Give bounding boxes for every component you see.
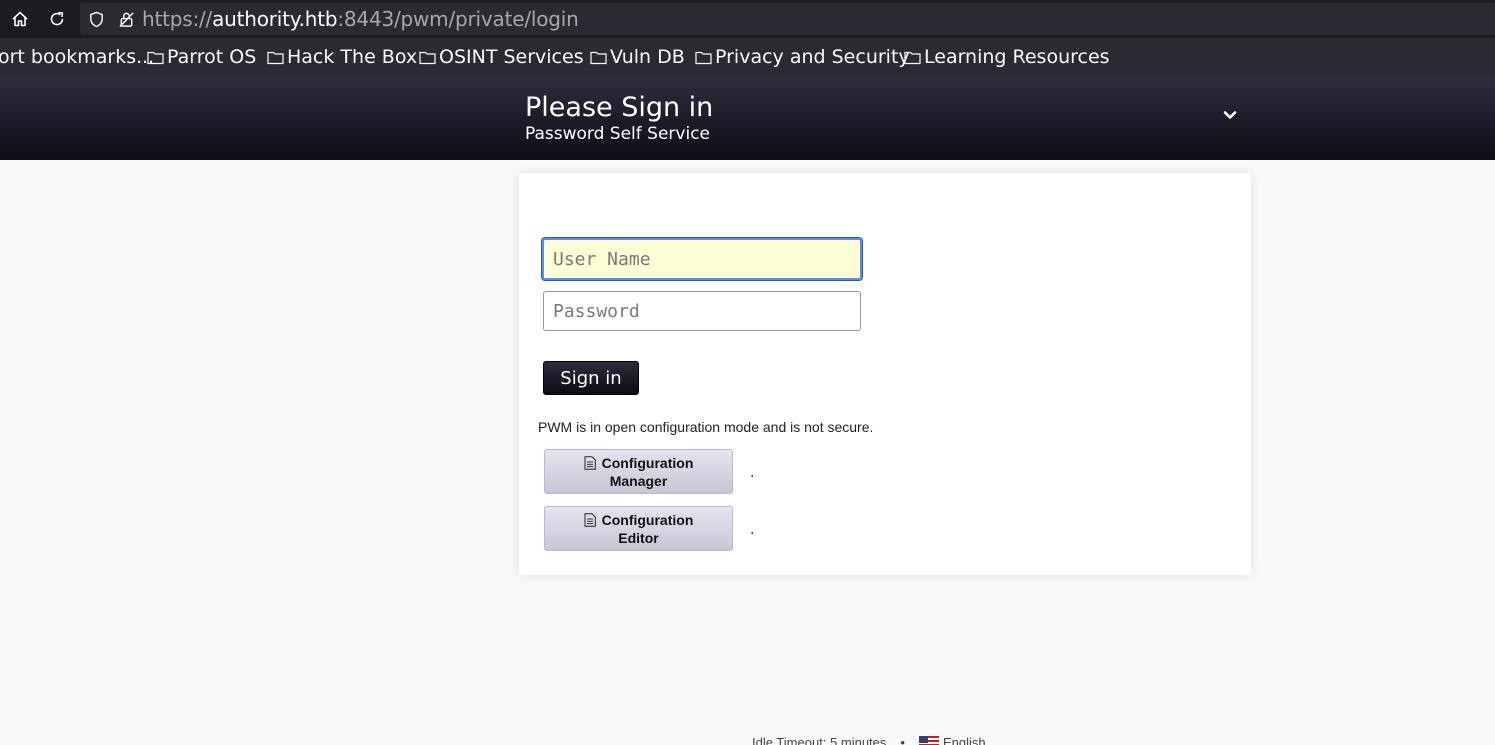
bookmark-learning-resources[interactable]: Learning Resources — [904, 46, 1110, 68]
config-mode-notice: PWM is in open configuration mode and is… — [538, 419, 874, 435]
document-icon — [584, 512, 596, 527]
page-subtitle: Password Self Service — [525, 124, 710, 144]
button-label-line2: Manager — [609, 472, 668, 489]
document-icon — [584, 455, 596, 470]
bookmark-import[interactable]: ort bookmarks... — [0, 46, 154, 68]
footer-separator: • — [900, 735, 905, 745]
bookmark-parrot-os[interactable]: Parrot OS — [147, 46, 256, 68]
folder-icon — [695, 51, 712, 64]
bookmark-label: OSINT Services — [439, 46, 584, 68]
bookmark-label: ort bookmarks... — [0, 46, 155, 68]
us-flag-icon — [918, 736, 939, 745]
folder-icon — [904, 51, 921, 64]
configuration-editor-button[interactable]: Configuration Editor — [544, 506, 733, 551]
password-input[interactable] — [543, 291, 861, 331]
bookmark-label: Vuln DB — [610, 46, 685, 68]
configuration-manager-button[interactable]: Configuration Manager — [544, 449, 733, 494]
bookmarks-toolbar: ort bookmarks... Parrot OS Hack The Box … — [0, 38, 1495, 76]
bookmark-label: Privacy and Security — [715, 46, 910, 68]
folder-icon — [419, 51, 436, 64]
url-host: authority.htb — [212, 7, 338, 31]
folder-icon — [590, 51, 607, 64]
address-bar[interactable]: https://authority.htb:8443/pwm/private/l… — [80, 3, 1495, 35]
bookmark-label: Hack The Box — [287, 46, 418, 68]
button-label-line1: Configuration — [601, 511, 694, 528]
username-input[interactable] — [541, 237, 863, 281]
manager-description: . — [750, 465, 755, 481]
editor-description: . — [750, 522, 755, 538]
bookmark-vuln-db[interactable]: Vuln DB — [590, 46, 685, 68]
language-selector[interactable]: English — [918, 735, 986, 745]
url-text[interactable]: https://authority.htb:8443/pwm/private/l… — [142, 7, 579, 31]
reload-icon[interactable] — [46, 8, 68, 30]
sign-in-button[interactable]: Sign in — [543, 361, 639, 395]
button-label-line2: Editor — [618, 529, 659, 546]
bookmark-label: Parrot OS — [167, 46, 257, 68]
folder-icon — [147, 51, 164, 64]
home-icon[interactable] — [9, 8, 31, 30]
page-footer: Idle Timeout: 5 minutes • English — [752, 735, 986, 745]
insecure-lock-icon[interactable] — [116, 9, 136, 29]
folder-icon — [267, 51, 284, 64]
bookmark-label: Learning Resources — [924, 46, 1110, 68]
bookmark-privacy-and-security[interactable]: Privacy and Security — [695, 46, 910, 68]
idle-timeout: Idle Timeout: 5 minutes — [752, 735, 887, 745]
url-path: :8443/pwm/private/login — [337, 7, 579, 31]
button-label-line1: Configuration — [601, 454, 694, 471]
bookmark-hack-the-box[interactable]: Hack The Box — [267, 46, 417, 68]
browser-toolbar: https://authority.htb:8443/pwm/private/l… — [0, 0, 1495, 38]
page-title: Please Sign in — [525, 92, 714, 123]
page-header: Please Sign in Password Self Service — [0, 76, 1495, 160]
shield-icon[interactable] — [86, 9, 106, 29]
chevron-down-icon[interactable] — [1221, 106, 1239, 124]
language-label: English — [942, 735, 986, 745]
bookmark-osint-services[interactable]: OSINT Services — [419, 46, 584, 68]
login-panel: Sign in PWM is in open configuration mod… — [519, 173, 1251, 575]
url-scheme: https:// — [142, 7, 213, 31]
